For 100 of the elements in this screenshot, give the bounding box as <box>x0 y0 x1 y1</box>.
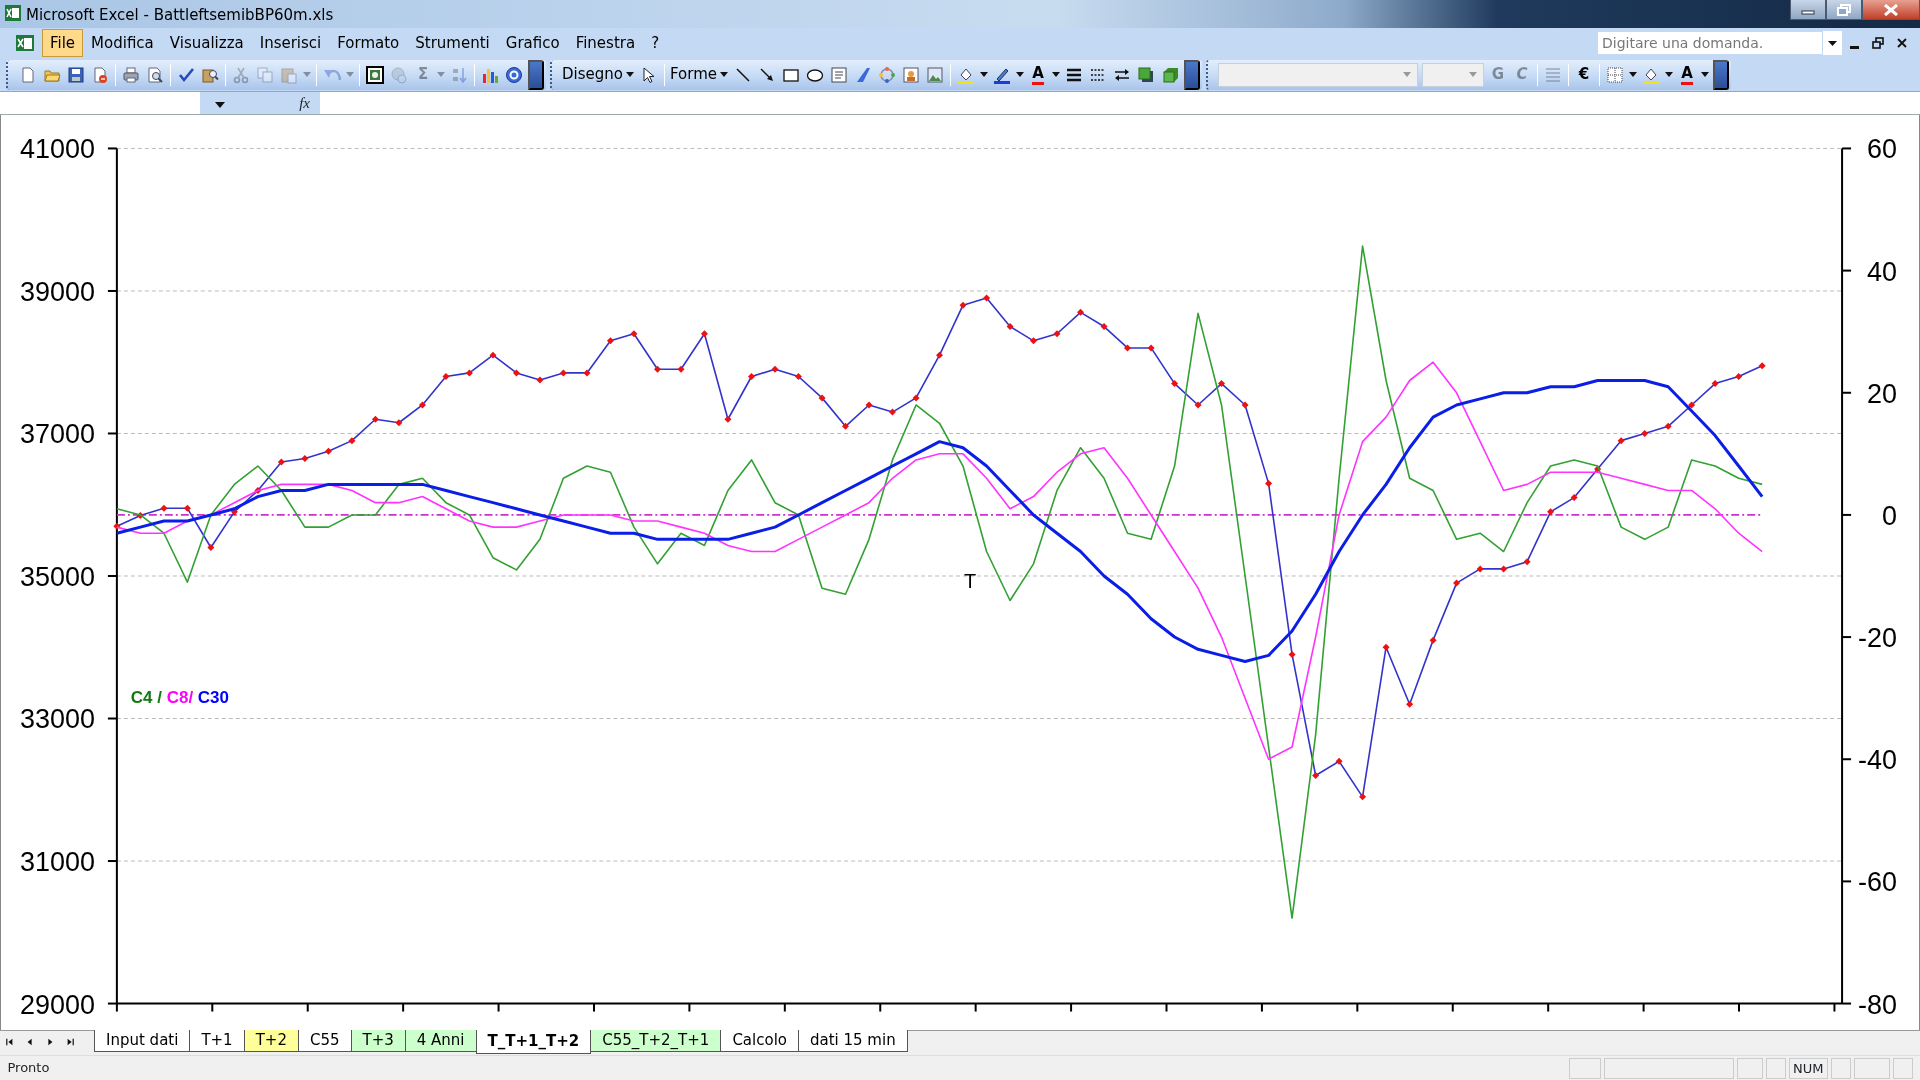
page-icon <box>19 65 37 84</box>
status-panel <box>1830 1057 1851 1079</box>
axis-label: -20 <box>1858 623 1897 654</box>
axis-label: 40 <box>1867 256 1897 287</box>
help-search-field[interactable]: Digitare una domanda. <box>1597 31 1823 55</box>
axis-label: 31000 <box>19 847 95 877</box>
slanted-shape-icon <box>854 65 872 84</box>
status-panel <box>1853 1057 1890 1079</box>
help-icon <box>505 65 523 84</box>
restore-button[interactable] <box>1826 0 1862 20</box>
status-panel <box>1892 1057 1913 1079</box>
axis-label: 29000 <box>19 989 95 1020</box>
sheet-tab[interactable]: C55 <box>297 1030 352 1052</box>
first-sheet-icon <box>6 1037 14 1047</box>
menu-item[interactable]: File <box>42 28 84 58</box>
caret-icon <box>1629 72 1637 77</box>
name-box-dropdown[interactable] <box>200 92 240 114</box>
sheet-tab[interactable]: T_T+1_T+2 <box>475 1030 592 1054</box>
close-icon <box>1883 3 1899 16</box>
menu-item[interactable]: Strumenti <box>407 28 498 58</box>
caret-icon <box>1828 40 1837 46</box>
menu-item[interactable]: Finestra <box>567 28 644 58</box>
scissors-icon <box>232 65 250 84</box>
minimize-icon <box>1849 45 1859 49</box>
caret-icon <box>1701 72 1709 77</box>
toolbar-button[interactable]: A <box>1675 61 1699 88</box>
caret-icon <box>980 72 988 77</box>
sheet-tab[interactable]: dati 15 min <box>798 1030 908 1052</box>
copy-icon <box>256 65 274 84</box>
axis-label: 37000 <box>19 419 95 450</box>
sheet-tab[interactable]: Calcolo <box>720 1030 799 1052</box>
sheet-tab[interactable]: T+2 <box>243 1030 299 1052</box>
caret-icon <box>1665 72 1673 77</box>
shadow-square-icon <box>1137 65 1155 84</box>
toolbar-button[interactable]: A <box>1026 61 1050 88</box>
sheet-tab[interactable]: Input dati <box>94 1030 191 1052</box>
caret-icon <box>303 72 311 77</box>
sort-arrow-icon <box>450 65 468 84</box>
axis-label: 41000 <box>19 134 95 165</box>
axis-label: -80 <box>1858 989 1897 1020</box>
toolbar-menu-button[interactable]: Forme <box>667 61 731 88</box>
font-size-field[interactable] <box>1422 62 1484 87</box>
menu-item[interactable]: ? <box>643 28 668 58</box>
menu-item[interactable]: Modifica <box>83 28 162 58</box>
caret-icon <box>1052 72 1060 77</box>
toolbar-menu-button[interactable]: Disegno <box>560 61 637 88</box>
window-title: Microsoft Excel - BattleftsemibBP60m.xls <box>26 4 334 26</box>
chart-annotation: T <box>964 570 977 593</box>
font-name-field[interactable] <box>1218 62 1418 87</box>
sheet-tab[interactable]: T+1 <box>189 1030 245 1052</box>
sheet-tab[interactable]: T+3 <box>350 1030 406 1052</box>
menu-item[interactable]: Visualizza <box>161 28 252 58</box>
cube-icon <box>1161 65 1179 84</box>
caret-icon <box>215 101 225 108</box>
align-lines-icon <box>1544 65 1562 84</box>
caret-icon <box>1403 72 1412 77</box>
axis-label: 0 <box>1882 500 1897 531</box>
restore-icon <box>1872 37 1884 49</box>
excel-logo-icon <box>4 4 22 22</box>
axis-label: 20 <box>1867 378 1897 409</box>
next-sheet-icon <box>46 1037 54 1047</box>
status-text: Pronto <box>7 1059 50 1078</box>
caret-icon <box>625 72 635 77</box>
caret-icon <box>437 72 445 77</box>
status-panel <box>1737 1057 1764 1079</box>
clipboard-icon <box>280 65 298 84</box>
text-box-icon <box>830 65 848 84</box>
axis-label: 39000 <box>19 276 95 307</box>
status-panel <box>1766 1057 1787 1079</box>
excel-logo-icon <box>14 33 36 53</box>
menu-item[interactable]: Grafico <box>497 28 568 58</box>
legend-label: C4 / C8/ C30 <box>130 687 229 707</box>
previous-sheet-icon <box>26 1037 34 1047</box>
line-icon <box>734 65 752 84</box>
close-icon <box>1897 38 1907 48</box>
menu-item[interactable]: Formato <box>329 28 408 58</box>
caret-icon <box>346 72 354 77</box>
menu-item[interactable]: Inserisci <box>251 28 330 58</box>
close-button[interactable] <box>1862 0 1920 20</box>
axis-label: -40 <box>1858 745 1897 776</box>
axis-label: 60 <box>1867 134 1897 165</box>
page-icon <box>91 65 109 84</box>
caret-icon <box>1469 72 1478 77</box>
last-sheet-icon <box>66 1037 74 1047</box>
border-grid-icon <box>1606 65 1624 84</box>
framed-picture-icon <box>366 65 384 84</box>
toolbar-button[interactable]: € <box>1572 61 1596 88</box>
function-label[interactable]: fx <box>240 92 320 114</box>
sheet-tab[interactable]: C55_T+2_T+1 <box>590 1030 722 1052</box>
toolbar-options-button[interactable] <box>1713 59 1729 90</box>
ring-icon <box>878 65 896 84</box>
status-indicator: NUM <box>1789 1057 1828 1079</box>
toolbar-options-button[interactable] <box>528 59 544 90</box>
magnifier-icon <box>146 65 164 84</box>
sheet-tab[interactable]: 4 Anni <box>404 1030 477 1052</box>
restore-icon <box>1837 3 1851 16</box>
framed-picture-icon <box>902 65 920 84</box>
toolbar-options-button[interactable] <box>1184 59 1200 90</box>
axis-label: 35000 <box>19 562 95 592</box>
axis-label: 33000 <box>19 704 95 735</box>
